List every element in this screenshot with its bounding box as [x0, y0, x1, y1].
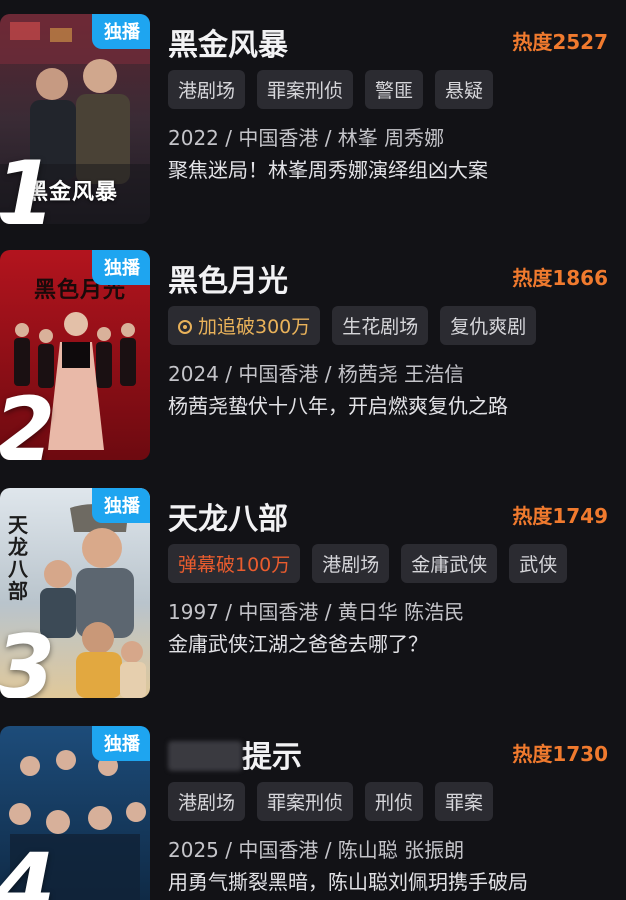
follow-milestone-tag[interactable]: 加追破300万 [168, 306, 321, 345]
tag[interactable]: 金庸武侠 [401, 544, 498, 583]
drama-description: 金庸武侠江湖之爸爸去哪了？ [168, 632, 428, 656]
poster-image[interactable]: 4 独播 [0, 726, 150, 900]
exclusive-badge: 独播 [92, 14, 150, 49]
tag[interactable]: 复仇爽剧 [440, 306, 537, 345]
drama-item[interactable]: 天龙八部 3 独播 天龙八部 热度1749 弹幕破100万 港剧场 金庸武侠 武… [0, 488, 626, 698]
rank-number: 3 [0, 616, 56, 699]
drama-item[interactable]: 4 独播 提示 热度1730 港剧场 罪案刑侦 刑侦 罪案 2025 / 中国香… [0, 726, 626, 900]
poster-image[interactable]: 黑色月光 2 独播 [0, 250, 150, 460]
heat-score: 热度1730 [512, 742, 608, 766]
drama-description: 用勇气撕裂黑暗，陈山聪刘佩玥携手破局 [168, 870, 528, 894]
poster-image[interactable]: 黑金风暴 1 独播 [0, 14, 150, 224]
tag[interactable]: 港剧场 [168, 782, 246, 821]
tag[interactable]: 罪案刑侦 [257, 782, 354, 821]
danmaku-milestone-tag[interactable]: 弹幕破100万 [168, 544, 301, 583]
drama-meta: 2022 / 中国香港 / 林峯 周秀娜 [168, 126, 445, 150]
tag[interactable]: 港剧场 [168, 70, 246, 109]
tag-list: 弹幕破100万 港剧场 金庸武侠 武侠 [168, 544, 568, 583]
drama-item[interactable]: 黑色月光 2 独播 黑色月光 热度1866 加追破300万 生花剧场 复仇爽剧 … [0, 250, 626, 460]
tag-label: 加追破300万 [198, 316, 311, 338]
heat-score: 热度1749 [512, 504, 608, 528]
drama-title[interactable]: 黑金风暴 [168, 20, 288, 64]
tag[interactable]: 罪案 [435, 782, 494, 821]
tag[interactable]: 悬疑 [435, 70, 494, 109]
exclusive-badge: 独播 [92, 726, 150, 761]
heat-score: 热度2527 [512, 30, 608, 54]
tag[interactable]: 警匪 [365, 70, 424, 109]
drama-description: 杨茜尧蛰伏十八年，开启燃爽复仇之路 [168, 394, 508, 418]
tag[interactable]: 武侠 [509, 544, 568, 583]
exclusive-badge: 独播 [92, 488, 150, 523]
drama-title[interactable]: 提示 [168, 732, 302, 776]
drama-meta: 1997 / 中国香港 / 黄日华 陈浩民 [168, 600, 465, 624]
tag[interactable]: 生花剧场 [332, 306, 429, 345]
tag[interactable]: 刑侦 [365, 782, 424, 821]
drama-item[interactable]: 黑金风暴 1 独播 黑金风暴 热度2527 港剧场 罪案刑侦 警匪 悬疑 202… [0, 14, 626, 224]
drama-title[interactable]: 黑色月光 [168, 256, 288, 300]
tag[interactable]: 港剧场 [312, 544, 390, 583]
tag-list: 港剧场 罪案刑侦 刑侦 罪案 [168, 782, 494, 821]
exclusive-badge: 独播 [92, 250, 150, 285]
rank-number: 2 [0, 378, 56, 461]
rank-number: 4 [0, 834, 56, 900]
censored-block [168, 741, 242, 771]
drama-description: 聚焦迷局！林峯周秀娜演绎组凶大案 [168, 158, 488, 182]
drama-meta: 2024 / 中国香港 / 杨茜尧 王浩信 [168, 362, 465, 386]
poster-image[interactable]: 天龙八部 3 独播 [0, 488, 150, 698]
heat-score: 热度1866 [512, 266, 608, 290]
rank-number: 1 [0, 142, 56, 225]
tag[interactable]: 罪案刑侦 [257, 70, 354, 109]
drama-title[interactable]: 天龙八部 [168, 494, 288, 538]
poster-title: 天龙八部 [8, 513, 29, 603]
drama-meta: 2025 / 中国香港 / 陈山聪 张振朗 [168, 838, 465, 862]
tag-list: 港剧场 罪案刑侦 警匪 悬疑 [168, 70, 494, 109]
drama-title-text: 提示 [242, 740, 302, 775]
drama-ranking-list: 黑金风暴 1 独播 黑金风暴 热度2527 港剧场 罪案刑侦 警匪 悬疑 202… [0, 0, 626, 900]
tag-list: 加追破300万 生花剧场 复仇爽剧 [168, 306, 537, 345]
coin-icon [178, 320, 192, 334]
